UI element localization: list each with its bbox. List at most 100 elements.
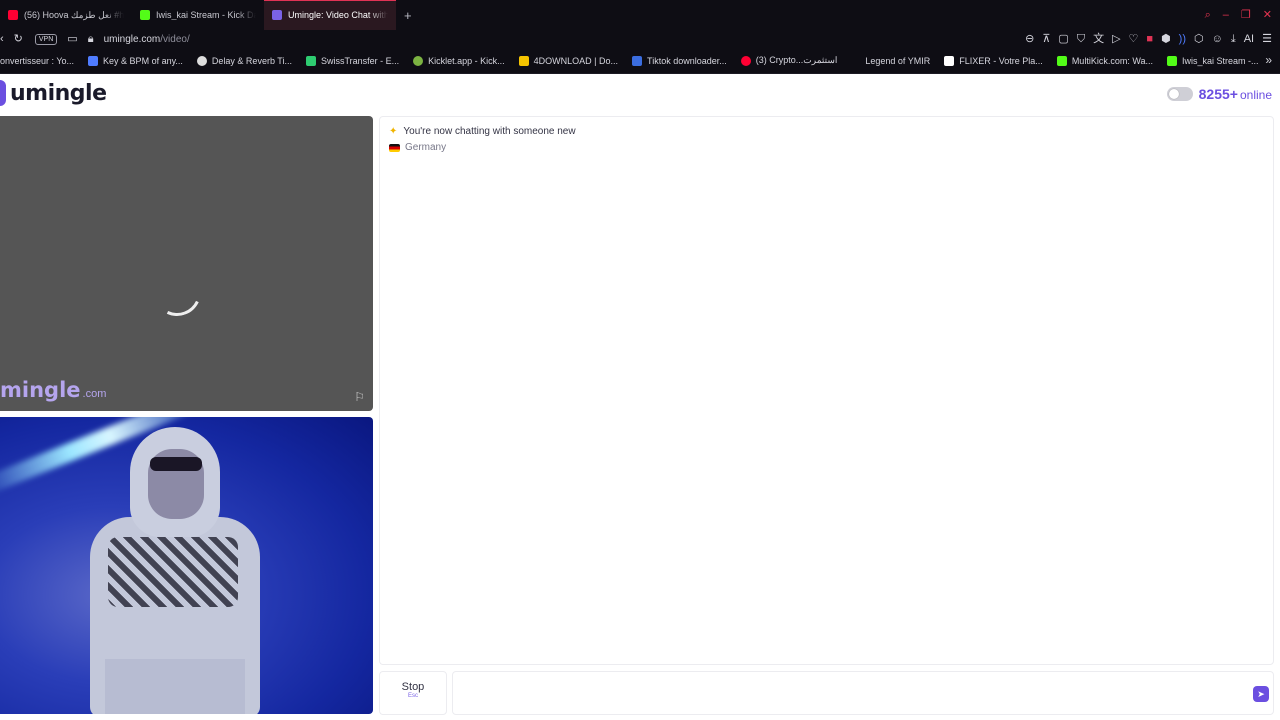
bookmark-label: Kicklet.app - Kick... <box>428 55 505 66</box>
video-watermark: mingle .com <box>0 378 106 402</box>
tab-title: Umingle: Video Chat with Strangers <box>288 10 388 20</box>
translate-icon[interactable]: 文 <box>1093 32 1104 46</box>
bookmark[interactable]: Legend of YMIR <box>865 56 930 66</box>
stop-shortcut: Esc <box>407 693 418 699</box>
timer-icon <box>196 55 207 66</box>
system-message-text: You're now chatting with someone new <box>403 126 576 137</box>
loading-spinner-icon <box>146 261 208 323</box>
profile-icon[interactable]: ☺ <box>1212 32 1223 46</box>
chat-log: ✦ You're now chatting with someone new G… <box>379 116 1274 665</box>
camera-icon[interactable]: ▭ <box>67 32 77 46</box>
youtube-icon <box>740 55 751 66</box>
sparkle-icon: ✦ <box>389 126 398 137</box>
extensions-icon[interactable]: ⬡ <box>1194 32 1204 46</box>
bookmark-label: Tiktok downloader... <box>647 55 727 66</box>
adblocker-shield-icon[interactable]: ⬢ <box>1161 32 1171 46</box>
kick-icon <box>1167 55 1177 66</box>
bookmark[interactable]: Delay & Reverb Ti... <box>196 55 292 66</box>
swisstransfer-icon <box>305 55 316 66</box>
country-name: Germany <box>405 142 447 153</box>
online-count: 8255+ <box>1198 86 1238 102</box>
search-tabs-icon[interactable]: ⌕ <box>1205 8 1211 22</box>
bookmark[interactable]: Kicklet.app - Kick... <box>413 55 505 66</box>
germany-flag-icon <box>389 143 400 152</box>
watermark-suffix: .com <box>82 388 107 400</box>
stranger-country: Germany <box>389 142 446 153</box>
hoodie-graphic <box>108 537 238 607</box>
bookmark-label: FLIXER - Votre Pla... <box>959 55 1043 66</box>
bookmark-label: Iwis_kai Stream -... <box>1182 55 1259 66</box>
back-icon[interactable]: ‹ <box>0 32 4 46</box>
new-tab-button[interactable]: + <box>396 8 420 23</box>
ai-button[interactable]: AI <box>1244 32 1254 46</box>
zoom-icon[interactable]: ⊖ <box>1025 32 1034 46</box>
send-icon[interactable]: ➤ <box>1253 686 1269 702</box>
bookmark[interactable]: Key & BPM of any... <box>88 55 183 66</box>
close-icon[interactable]: ✕ <box>1263 8 1272 22</box>
bookmark[interactable]: (3) Crypto...استثمرت <box>740 55 837 66</box>
kick-icon <box>140 10 150 20</box>
site-logo[interactable]: umingle <box>0 80 107 106</box>
stop-label: Stop <box>401 681 425 693</box>
tab-kick-dashboard[interactable]: Iwis_kai Stream - Kick Dashboard <box>132 0 264 30</box>
tab-title: (56) Hoova نعل طزمك #hoova <box>24 9 124 20</box>
system-message: ✦ You're now chatting with someone new <box>389 126 576 137</box>
browser-toolbar: ‹ ↻ VPN ▭ 🔒︎ umingle.com/video/ ⊖ ⊼ ▢ ⛉ … <box>0 30 1280 48</box>
theme-toggle[interactable] <box>1166 87 1193 101</box>
play-icon[interactable]: ▷ <box>1112 32 1120 46</box>
bookmark[interactable]: MultiKick.com: Wa... <box>1056 55 1153 66</box>
sunglasses <box>150 457 202 471</box>
bookmark-label: Legend of YMIR <box>865 55 931 66</box>
bookmark-label: onvertisseur : Yo... <box>0 55 75 66</box>
report-flag-icon[interactable]: ⚐ <box>354 390 365 404</box>
online-label: online <box>1239 88 1272 102</box>
maximize-icon[interactable]: ❐ <box>1241 8 1251 22</box>
download-icon[interactable]: ⤓ <box>1231 32 1236 46</box>
reload-icon[interactable]: ↻ <box>14 32 23 46</box>
stranger-video: mingle .com ⚐ <box>0 116 373 411</box>
toolbar-actions: ⊖ ⊼ ▢ ⛉ 文 ▷ ♡ ■ ⬢ )) ⬡ ☺ ⤓ AI ☰ <box>1025 32 1272 46</box>
folder-icon <box>518 55 529 66</box>
adblock-icon[interactable]: ■ <box>1146 32 1153 46</box>
address-bar[interactable]: umingle.com/video/ <box>104 34 190 45</box>
bookmark-label: SwissTransfer - E... <box>320 55 400 66</box>
bookmark[interactable]: Iwis_kai Stream -... <box>1167 55 1259 66</box>
youtube-icon <box>8 10 18 20</box>
download-icon <box>632 55 643 66</box>
lock-icon[interactable]: 🔒︎ <box>88 32 94 46</box>
multikick-icon <box>1056 55 1067 66</box>
pin-icon[interactable]: ⊼ <box>1042 32 1050 46</box>
bookmark-label: MultiKick.com: Wa... <box>1071 55 1153 66</box>
bookmark[interactable]: onvertisseur : Yo... <box>0 56 74 66</box>
chevron-right-icon[interactable]: » <box>1265 53 1272 67</box>
watermark-main: mingle <box>0 378 81 402</box>
menu-icon[interactable]: ☰ <box>1262 32 1272 46</box>
bookmark[interactable]: FLIXER - Votre Pla... <box>944 55 1043 66</box>
bookmark-label: 4DOWNLOAD | Do... <box>533 55 619 66</box>
logo-mark-icon <box>0 80 6 106</box>
umingle-icon <box>272 10 282 20</box>
logo-text: umingle <box>10 80 107 106</box>
tab-youtube[interactable]: (56) Hoova نعل طزمك #hoova <box>0 0 132 30</box>
minimize-icon[interactable]: – <box>1223 8 1229 22</box>
message-input[interactable]: ➤ <box>452 671 1274 715</box>
bookmark[interactable]: SwissTransfer - E... <box>305 55 400 66</box>
bookmark[interactable]: Tiktok downloader... <box>632 55 727 66</box>
self-video-person <box>60 427 280 714</box>
heart-icon[interactable]: ♡ <box>1129 32 1139 46</box>
music-icon <box>88 55 99 66</box>
kicklet-icon <box>413 55 424 66</box>
bookmark[interactable]: 4DOWNLOAD | Do... <box>518 55 619 66</box>
bookmark-label: Key & BPM of any... <box>103 55 183 66</box>
tab-umingle[interactable]: Umingle: Video Chat with Strangers <box>264 0 396 30</box>
online-indicator: 8255+ online <box>1166 86 1272 102</box>
url-path: /video/ <box>160 33 190 45</box>
snapshot-icon[interactable]: ▢ <box>1058 32 1068 46</box>
stop-button[interactable]: Stop Esc <box>379 671 447 715</box>
vpn-badge[interactable]: VPN <box>34 33 58 45</box>
shield-icon[interactable]: ⛉ <box>1077 32 1085 46</box>
audio-icon[interactable]: )) <box>1179 32 1186 46</box>
bookmarks-bar: onvertisseur : Yo... Key & BPM of any...… <box>0 48 1280 74</box>
umingle-page: umingle 8255+ online mingle .com ⚐ ✦ You… <box>0 75 1280 720</box>
flixer-icon <box>944 55 955 66</box>
